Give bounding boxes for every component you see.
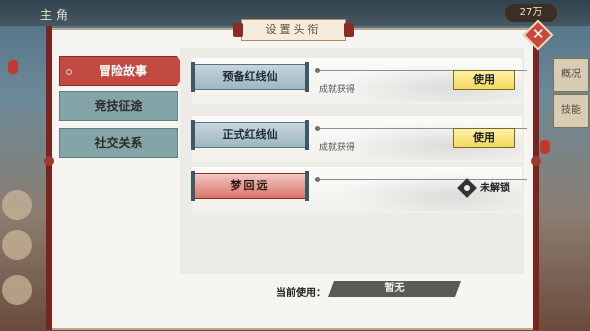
- right-tab-skills[interactable]: 技能: [553, 94, 589, 128]
- tab-arena-journey[interactable]: 竞技征途: [59, 91, 178, 121]
- panel-title: 设置头衔: [233, 19, 354, 41]
- tab-label: 社交关系: [94, 136, 143, 150]
- active-dot-icon: [66, 69, 72, 75]
- locked-status: 未解锁: [457, 178, 510, 198]
- lantern-decoration: [540, 140, 550, 154]
- tab-label: 竞技征途: [94, 99, 143, 113]
- right-tab-overview[interactable]: 概况: [553, 58, 589, 92]
- side-avatar-collection[interactable]: [2, 190, 32, 220]
- title-row: 预备红线仙 成就获得 使用: [191, 58, 527, 104]
- side-avatar-equipment[interactable]: [2, 275, 32, 305]
- title-name-banner: 梦回远: [191, 171, 309, 201]
- title-row: 梦回远 未解锁: [191, 167, 527, 213]
- title-name-banner: 正式红线仙: [191, 120, 309, 150]
- currency-display: 27万: [505, 4, 557, 22]
- title-status: 成就获得: [319, 85, 356, 95]
- tab-social-relations[interactable]: 社交关系: [59, 128, 178, 158]
- panel-rod-left: [44, 26, 54, 330]
- lock-icon: [457, 178, 477, 198]
- current-use-label: 当前使用：: [276, 288, 326, 299]
- title-name-banner: 预备红线仙: [191, 62, 309, 92]
- tab-label: 冒险故事: [98, 64, 147, 78]
- background-title: 主角: [40, 8, 73, 22]
- lantern-decoration: [8, 60, 18, 74]
- title-status: 成就获得: [319, 143, 356, 153]
- tab-adventure-story[interactable]: 冒险故事: [59, 56, 187, 86]
- locked-label: 未解锁: [480, 183, 510, 194]
- use-button[interactable]: 使用: [453, 128, 515, 148]
- panel-rod-right: [531, 26, 541, 330]
- title-row: 正式红线仙 成就获得 使用: [191, 116, 527, 162]
- use-button[interactable]: 使用: [453, 70, 515, 90]
- current-use-value: 暂无: [328, 281, 461, 297]
- side-avatar-bond[interactable]: [2, 230, 32, 260]
- close-icon: ✕: [532, 25, 545, 44]
